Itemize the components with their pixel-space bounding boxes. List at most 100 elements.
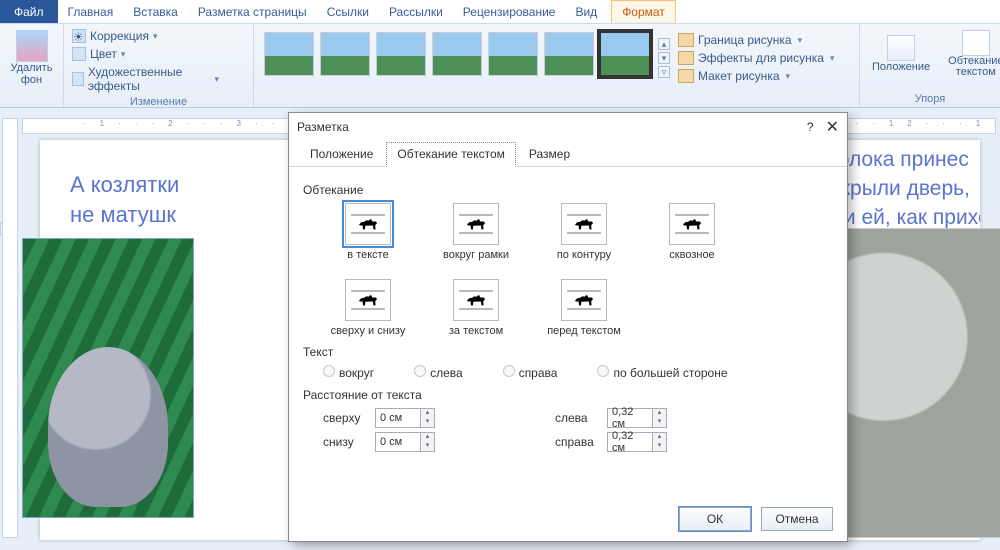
spin-down-icon[interactable]: ▾ [420,418,434,427]
sun-icon: ☀ [72,29,86,43]
position-icon [887,35,915,61]
radio-right[interactable]: справа [503,365,558,380]
wrap-front-label: перед текстом [547,325,621,337]
wrap-tight[interactable] [561,203,607,245]
wrap-through-label: сквозное [669,249,714,261]
tab-page-layout[interactable]: Разметка страницы [188,0,317,23]
vertical-ruler[interactable] [2,118,18,538]
dist-bottom-label: снизу [323,435,367,449]
dialog-titlebar[interactable]: Разметка ? ✕ [289,113,847,141]
wrap-behind[interactable] [453,279,499,321]
tab-format[interactable]: Формат [611,0,676,23]
spin-up-icon[interactable]: ▴ [652,433,666,442]
effects-icon [72,72,84,86]
tab-view[interactable]: Вид [565,0,607,23]
color-menu[interactable]: Цвет▾ [70,46,221,62]
fx-icon [678,51,694,65]
wrap-topbottom[interactable] [345,279,391,321]
distance-group-label: Расстояние от текста [303,388,833,402]
wrap-label: Обтекание текстом [948,56,1000,78]
palette-icon [72,47,86,61]
tab-insert[interactable]: Вставка [123,0,188,23]
wrap-inline[interactable] [345,203,391,245]
dist-top-input[interactable]: 0 см▴▾ [375,408,435,428]
dialog-close-button[interactable]: ✕ [826,117,839,137]
reset-picture-icon[interactable] [229,68,247,84]
wrap-behind-label: за текстом [449,325,503,337]
layout-icon [678,69,694,83]
spin-down-icon[interactable]: ▾ [420,442,434,451]
artistic-effects-menu[interactable]: Художественные эффекты▾ [70,64,221,94]
change-picture-icon[interactable] [229,49,247,65]
ribbon: Удалить фон ☀Коррекция▾ Цвет▾ Художестве… [0,24,1000,108]
spin-up-icon[interactable]: ▴ [652,409,666,418]
radio-left[interactable]: слева [414,365,463,380]
spin-up-icon[interactable]: ▴ [420,433,434,442]
radio-largest[interactable]: по большей стороне [597,365,727,380]
color-label: Цвет [90,47,117,61]
dist-right-label: справа [555,435,599,449]
remove-background-button[interactable]: Удалить фон [6,28,57,88]
tab-review[interactable]: Рецензирование [453,0,566,23]
wrap-square[interactable] [453,203,499,245]
wrap-inline-label: в тексте [347,249,388,261]
tab-mailings[interactable]: Рассылки [379,0,453,23]
compress-icon[interactable] [229,30,247,46]
picture-border-menu[interactable]: Граница рисунка▾ [676,32,836,48]
dist-top-label: сверху [323,411,367,425]
wrap-group-label: Обтекание [303,183,833,197]
dialog-title: Разметка [297,120,349,134]
dist-bottom-input[interactable]: 0 см▴▾ [375,432,435,452]
cancel-button[interactable]: Отмена [761,507,833,531]
picture-layout-menu[interactable]: Макет рисунка▾ [676,68,836,84]
gallery-up-icon[interactable]: ▴ [658,38,670,50]
border-label: Граница рисунка [698,33,792,47]
wrap-text-button[interactable]: Обтекание текстом [942,28,1000,80]
wrap-square-label: вокруг рамки [443,249,509,261]
radio-around[interactable]: вокруг [323,365,374,380]
effects-label: Художественные эффекты [88,65,211,93]
tab-references[interactable]: Ссылки [317,0,379,23]
layout-label: Макет рисунка [698,69,780,83]
style-thumb-2[interactable] [320,32,370,76]
dialog-help-button[interactable]: ? [807,120,814,134]
wrap-front[interactable] [561,279,607,321]
picture-effects-menu[interactable]: Эффекты для рисунка▾ [676,50,836,66]
style-thumb-7[interactable] [600,32,650,76]
wrap-icon [962,30,990,56]
style-thumb-4[interactable] [432,32,482,76]
spin-down-icon[interactable]: ▾ [652,418,666,427]
gallery-scroll[interactable]: ▴ ▾ ▿ [654,28,670,88]
spin-down-icon[interactable]: ▾ [652,442,666,451]
wrap-through[interactable] [669,203,715,245]
style-thumb-5[interactable] [488,32,538,76]
dialog-tab-wrapping[interactable]: Обтекание текстом [386,142,515,167]
dialog-tab-position[interactable]: Положение [299,142,384,167]
gallery-down-icon[interactable]: ▾ [658,52,670,64]
dist-right-input[interactable]: 0,32 см▴▾ [607,432,667,452]
style-thumb-1[interactable] [264,32,314,76]
dist-left-input[interactable]: 0,32 см▴▾ [607,408,667,428]
spin-up-icon[interactable]: ▴ [420,409,434,418]
group-arrange-label: Упоря [866,91,994,105]
group-adjust-label: Изменение [70,94,247,108]
style-thumb-3[interactable] [376,32,426,76]
wrap-tight-label: по контуру [557,249,611,261]
picture-styles-gallery[interactable] [260,28,654,88]
remove-bg-label: Удалить фон [11,62,53,86]
wrap-topbottom-label: сверху и снизу [331,325,406,337]
style-thumb-6[interactable] [544,32,594,76]
document-area: ◢ ·1···2···3···4···5···6···7···8···9···1… [0,108,1000,550]
picture-content [48,347,168,507]
tab-home[interactable]: Главная [58,0,124,23]
text-group-label: Текст [303,345,833,359]
selected-picture-left[interactable] [22,238,194,518]
ok-button[interactable]: ОК [679,507,751,531]
gallery-more-icon[interactable]: ▿ [658,66,670,78]
ribbon-tabs: Файл Главная Вставка Разметка страницы С… [0,0,1000,24]
dialog-tabs: Положение Обтекание текстом Размер [289,141,847,167]
corrections-menu[interactable]: ☀Коррекция▾ [70,28,221,44]
dialog-tab-size[interactable]: Размер [518,142,581,167]
position-button[interactable]: Положение [866,28,936,80]
tab-file[interactable]: Файл [0,0,58,23]
